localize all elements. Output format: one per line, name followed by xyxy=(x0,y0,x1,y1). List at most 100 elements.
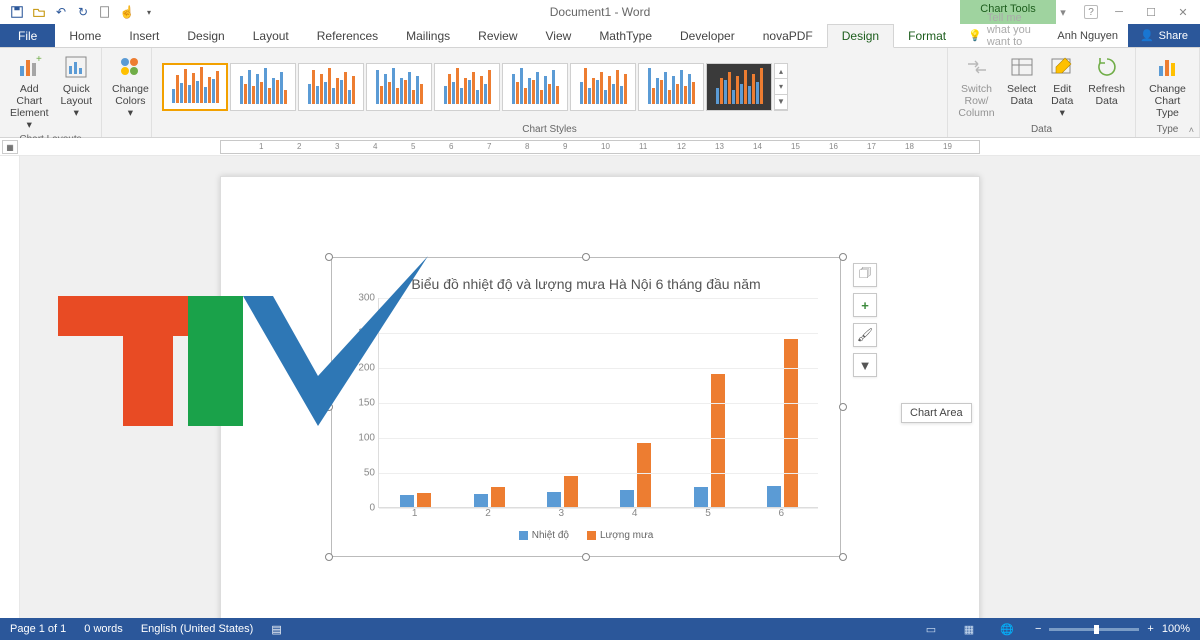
chart-title[interactable]: Biểu đồ nhiệt độ và lượng mưa Hà Nội 6 t… xyxy=(346,272,826,298)
tab-review[interactable]: Review xyxy=(464,24,531,47)
zoom-percent[interactable]: 100% xyxy=(1162,623,1190,635)
tab-developer[interactable]: Developer xyxy=(666,24,749,47)
selection-handle[interactable] xyxy=(582,553,590,561)
switch-row-column-icon xyxy=(963,53,991,81)
quick-layout-button[interactable]: Quick Layout ▾ xyxy=(57,51,97,121)
chart-style-thumb[interactable] xyxy=(502,63,568,111)
select-data-button[interactable]: Select Data xyxy=(1003,51,1040,109)
change-colors-label: Change Colors ▾ xyxy=(112,83,149,119)
tell-me-search[interactable]: 💡Tell me what you want to do... xyxy=(960,24,1047,47)
gallery-more-button[interactable]: ▴▾▼ xyxy=(774,63,788,111)
share-button[interactable]: 👤Share xyxy=(1128,24,1200,47)
open-icon[interactable] xyxy=(32,5,46,19)
chart-object[interactable]: Biểu đồ nhiệt độ và lượng mưa Hà Nội 6 t… xyxy=(331,257,841,557)
tab-home[interactable]: Home xyxy=(55,24,115,47)
collapse-ribbon-icon[interactable]: ˄ xyxy=(1189,125,1194,135)
vertical-ruler[interactable] xyxy=(0,156,20,626)
chart-legend[interactable]: Nhiệt độ Lượng mưa xyxy=(346,524,826,541)
tab-chart-design[interactable]: Design xyxy=(827,24,894,48)
help-icon[interactable]: ? xyxy=(1084,5,1098,19)
chart-style-thumb[interactable] xyxy=(706,63,772,111)
tab-mailings[interactable]: Mailings xyxy=(392,24,464,47)
page-indicator[interactable]: Page 1 of 1 xyxy=(10,623,66,635)
selection-handle[interactable] xyxy=(839,253,847,261)
ruler-scale[interactable]: 12345678910111213141516171819 xyxy=(220,140,980,154)
chart-bar[interactable] xyxy=(400,495,414,507)
ribbon-options-icon[interactable]: ▾ xyxy=(1052,5,1074,19)
selection-handle[interactable] xyxy=(582,253,590,261)
chart-style-thumb[interactable] xyxy=(230,63,296,111)
ruler-corner[interactable]: ▦ xyxy=(2,140,18,154)
chart-bar[interactable] xyxy=(474,494,488,507)
chart-styles-gallery[interactable]: ▴▾▼ xyxy=(158,51,941,123)
macro-icon[interactable]: ▤ xyxy=(271,623,281,636)
chart-elements-button[interactable]: + xyxy=(853,293,877,317)
qat-more-icon[interactable]: ▾ xyxy=(142,5,156,19)
zoom-in-icon[interactable]: + xyxy=(1147,623,1153,635)
zoom-slider[interactable] xyxy=(1049,628,1139,631)
tab-layout[interactable]: Layout xyxy=(239,24,303,47)
undo-icon[interactable]: ↶ xyxy=(54,5,68,19)
touch-mode-icon[interactable]: ☝ xyxy=(120,5,134,19)
page[interactable]: Biểu đồ nhiệt độ và lượng mưa Hà Nội 6 t… xyxy=(220,176,980,636)
chart-bar[interactable] xyxy=(711,374,725,507)
close-icon[interactable]: ✕ xyxy=(1172,5,1194,19)
zoom-out-icon[interactable]: − xyxy=(1035,623,1041,635)
chart-area-tooltip: Chart Area xyxy=(901,403,972,423)
change-colors-button[interactable]: Change Colors ▾ xyxy=(108,51,153,121)
chart-bar[interactable] xyxy=(491,487,505,507)
chart-bar[interactable] xyxy=(620,490,634,508)
chart-filters-button[interactable]: ▼ xyxy=(853,353,877,377)
chart-style-thumb[interactable] xyxy=(162,63,228,111)
word-count[interactable]: 0 words xyxy=(84,623,123,635)
chart-style-thumb[interactable] xyxy=(298,63,364,111)
tab-mathtype[interactable]: MathType xyxy=(585,24,666,47)
add-chart-element-button[interactable]: + Add Chart Element ▾ xyxy=(6,51,53,133)
zoom-control[interactable]: − + 100% xyxy=(1035,623,1190,635)
switch-row-column-button[interactable]: Switch Row/ Column xyxy=(954,51,999,121)
account-name[interactable]: Anh Nguyen xyxy=(1047,24,1128,47)
change-chart-type-icon xyxy=(1154,53,1182,81)
selection-handle[interactable] xyxy=(325,403,333,411)
selection-handle[interactable] xyxy=(839,553,847,561)
chart-bar[interactable] xyxy=(694,487,708,507)
selection-handle[interactable] xyxy=(325,553,333,561)
maximize-icon[interactable]: ☐ xyxy=(1140,5,1162,19)
tab-chart-format[interactable]: Format xyxy=(894,24,960,47)
tab-view[interactable]: View xyxy=(532,24,586,47)
web-layout-icon[interactable]: 🌐 xyxy=(997,621,1017,637)
chart-plot-area[interactable]: 050100150200250300 xyxy=(378,298,818,508)
change-chart-type-button[interactable]: Change Chart Type xyxy=(1142,51,1193,121)
edit-data-button[interactable]: Edit Data ▾ xyxy=(1044,51,1080,121)
redo-icon[interactable]: ↻ xyxy=(76,5,90,19)
tab-file[interactable]: File xyxy=(0,24,55,47)
save-icon[interactable] xyxy=(10,5,24,19)
chart-bar[interactable] xyxy=(784,339,798,507)
read-mode-icon[interactable]: ▭ xyxy=(921,621,941,637)
tab-references[interactable]: References xyxy=(303,24,392,47)
chart-bar[interactable] xyxy=(564,476,578,508)
chart-styles-button[interactable]: 🖌 xyxy=(853,323,877,347)
layout-options-button[interactable]: 🗇 xyxy=(853,263,877,287)
new-doc-icon[interactable] xyxy=(98,5,112,19)
selection-handle[interactable] xyxy=(839,403,847,411)
tab-novapdf[interactable]: novaPDF xyxy=(749,24,827,47)
tab-design[interactable]: Design xyxy=(173,24,238,47)
tab-insert[interactable]: Insert xyxy=(115,24,173,47)
legend-swatch-2 xyxy=(587,531,596,540)
print-layout-icon[interactable]: ▦ xyxy=(959,621,979,637)
chart-bar[interactable] xyxy=(767,486,781,507)
chart-style-thumb[interactable] xyxy=(434,63,500,111)
chart-bar[interactable] xyxy=(417,493,431,507)
selection-handle[interactable] xyxy=(325,253,333,261)
chart-bar[interactable] xyxy=(547,492,561,507)
chart-bar[interactable] xyxy=(637,443,651,507)
chart-style-thumb[interactable] xyxy=(638,63,704,111)
chart-style-thumb[interactable] xyxy=(570,63,636,111)
chart-style-thumb[interactable] xyxy=(366,63,432,111)
chart-x-axis[interactable]: 123456 xyxy=(378,508,818,524)
minimize-icon[interactable]: ─ xyxy=(1108,5,1130,19)
refresh-data-button[interactable]: Refresh Data xyxy=(1084,51,1129,109)
language-indicator[interactable]: English (United States) xyxy=(141,623,254,635)
plus-icon: + xyxy=(861,298,869,313)
